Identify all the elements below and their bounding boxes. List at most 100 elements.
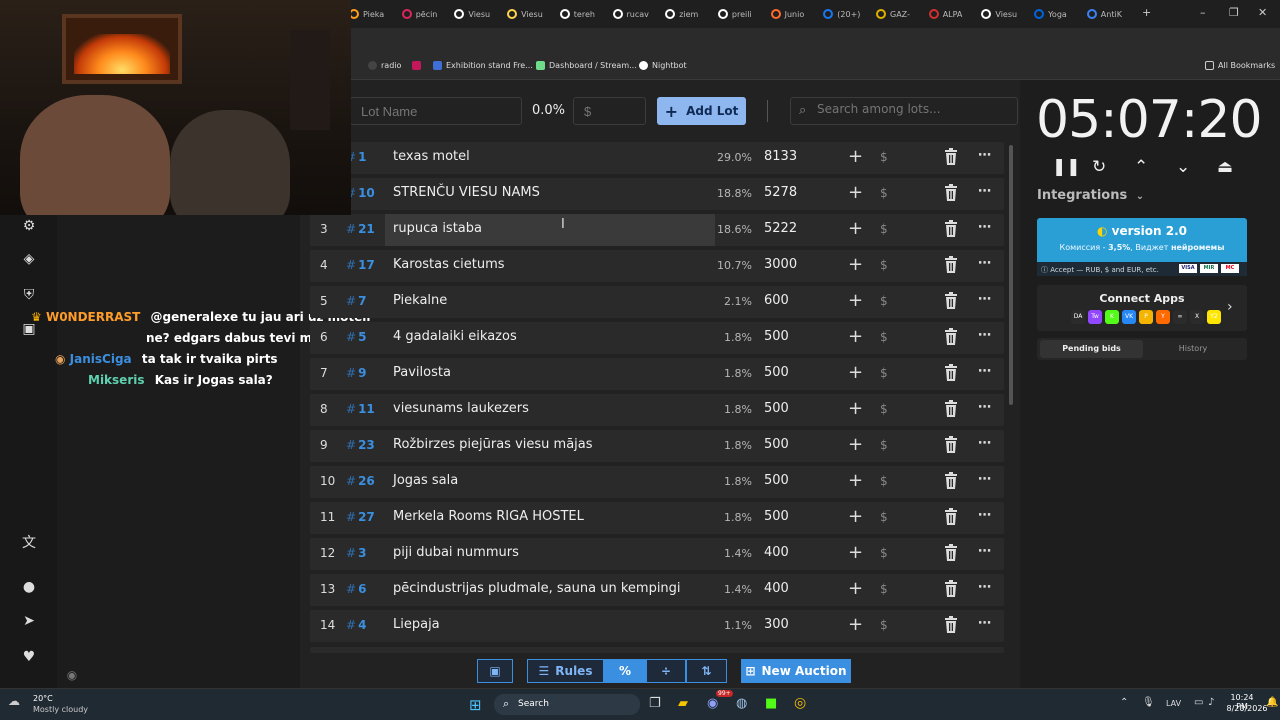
bookmark-dashboard[interactable]: Dashboard / Stream... [536, 61, 637, 70]
windows-start-icon[interactable]: ⊞ [469, 696, 482, 714]
dollar-icon[interactable]: $ [880, 582, 888, 596]
bookmark-folder[interactable] [412, 61, 421, 70]
dollar-icon[interactable]: $ [880, 330, 888, 344]
github-icon[interactable]: ● [19, 577, 39, 597]
network-icon[interactable]: ▭ [1194, 697, 1203, 708]
tab-history[interactable]: History [1143, 340, 1243, 358]
connect-apps-card[interactable]: Connect Apps DA Tw K VK P Y ∞ X Y2 › [1037, 285, 1247, 331]
add-amount-icon[interactable]: + [848, 254, 863, 275]
dollar-icon[interactable]: $ [880, 618, 888, 632]
browser-tab[interactable]: preili [717, 4, 768, 24]
more-options-icon[interactable]: ⋯ [978, 508, 991, 523]
lot-amount[interactable]: 8133 [764, 149, 797, 164]
app-icon[interactable]: Tw [1088, 310, 1102, 324]
browser-tab[interactable]: Yoga [1034, 4, 1084, 24]
lot-amount[interactable]: 5222 [764, 221, 797, 236]
bookmark-exhibition[interactable]: Exhibition stand Fre... [433, 61, 533, 70]
lot-id[interactable]: #4 [346, 618, 366, 632]
list-scrollbar[interactable] [1009, 145, 1013, 405]
discord-icon[interactable]: ◉ [707, 696, 718, 711]
bookmark-radio[interactable]: radio [368, 61, 401, 70]
lot-id[interactable]: #11 [346, 402, 375, 416]
trash-icon[interactable] [944, 544, 958, 562]
add-amount-icon[interactable]: + [848, 434, 863, 455]
dollar-icon[interactable]: $ [880, 186, 888, 200]
eye-icon[interactable]: ◉ [62, 665, 82, 685]
telegram-icon[interactable]: ➤ [19, 611, 39, 631]
trash-icon[interactable] [944, 508, 958, 526]
more-options-icon[interactable]: ⋯ [978, 328, 991, 343]
sort-button[interactable]: ⇅ [686, 659, 727, 683]
eject-icon[interactable]: ⏏ [1217, 157, 1233, 177]
add-amount-icon[interactable]: + [848, 470, 863, 491]
lot-id[interactable]: #9 [346, 366, 366, 380]
lot-id[interactable]: #27 [346, 510, 375, 524]
more-options-icon[interactable]: ⋯ [978, 616, 991, 631]
lot-amount[interactable]: 500 [764, 365, 789, 380]
lot-name[interactable]: texas motel [393, 149, 470, 164]
browser-tab[interactable]: ALPA [928, 4, 979, 24]
more-options-icon[interactable]: ⋯ [978, 256, 991, 271]
lot-name-input[interactable] [350, 97, 522, 125]
trash-icon[interactable] [944, 616, 958, 634]
dollar-icon[interactable]: $ [880, 510, 888, 524]
shield-icon[interactable]: ⛨ [19, 285, 39, 305]
dollar-icon[interactable]: $ [880, 150, 888, 164]
trash-icon[interactable] [944, 184, 958, 202]
new-tab-button[interactable]: + [1142, 6, 1151, 19]
app-icon[interactable]: VK [1122, 310, 1136, 324]
version-banner[interactable]: ◐ version 2.0 Комиссия - 3,5%, Виджет не… [1037, 218, 1247, 276]
more-options-icon[interactable]: ⋯ [978, 580, 991, 595]
lot-amount[interactable]: 600 [764, 293, 789, 308]
browser-tab[interactable]: AntiK [1086, 4, 1137, 24]
app-icon[interactable]: K [1105, 310, 1119, 324]
browser-tab[interactable]: tereh [559, 4, 610, 24]
volume-icon[interactable]: ♪ [1208, 697, 1214, 708]
lot-name[interactable]: piji dubai nummurs [393, 545, 519, 560]
trash-icon[interactable] [944, 472, 958, 490]
more-options-icon[interactable]: ⋯ [978, 544, 991, 559]
taskbar-search[interactable]: ⌕ Search [494, 694, 640, 715]
more-options-icon[interactable]: ⋯ [978, 148, 991, 163]
browser-tab[interactable]: Viesu [454, 4, 504, 24]
add-amount-icon[interactable]: + [848, 614, 863, 635]
more-options-icon[interactable]: ⋯ [978, 472, 991, 487]
add-amount-icon[interactable]: + [848, 326, 863, 347]
add-amount-icon[interactable]: + [848, 182, 863, 203]
lot-amount[interactable]: 500 [764, 401, 789, 416]
settings-icon[interactable]: ⚙ [19, 216, 39, 236]
integrations-toggle[interactable]: Integrations ⌄ [1037, 188, 1144, 203]
lot-name[interactable]: 4 gadalaiki eikazos [393, 329, 517, 344]
dollar-icon[interactable]: $ [880, 294, 888, 308]
browser-tab[interactable]: Junio [770, 4, 821, 24]
add-lot-button[interactable]: + Add Lot [657, 97, 746, 125]
lot-amount[interactable]: 500 [764, 329, 789, 344]
dollar-icon[interactable]: $ [880, 258, 888, 272]
lot-amount[interactable]: 500 [764, 509, 789, 524]
lot-name[interactable]: Karostas cietums [393, 257, 505, 272]
browser-tab[interactable]: pēcin [401, 4, 452, 24]
amount-input[interactable] [573, 97, 646, 125]
translate-icon[interactable]: 文 [19, 533, 39, 553]
lot-name[interactable]: Jogas sala [393, 473, 458, 488]
percent-toggle[interactable]: % [604, 659, 646, 683]
lot-id[interactable]: #6 [346, 582, 366, 596]
lot-name[interactable]: viesunams laukezers [393, 401, 529, 416]
tab-pending-bids[interactable]: Pending bids [1040, 340, 1143, 358]
donate-icon[interactable]: ♥ [19, 647, 39, 667]
steam-icon[interactable]: ◍ [736, 696, 747, 711]
clock-date[interactable]: 8/20/2026 [1226, 704, 1268, 713]
lot-name[interactable]: Merkela Rooms RIGA HOSTEL [393, 509, 584, 524]
lot-id[interactable]: #21 [346, 222, 375, 236]
browser-tab[interactable]: (20+) [823, 4, 873, 24]
all-bookmarks[interactable]: All Bookmarks [1205, 61, 1275, 70]
lot-name[interactable]: pēcindustrijas pludmale, sauna un kempin… [393, 581, 681, 596]
notifications-icon[interactable]: 🔔 [1266, 697, 1278, 708]
restart-icon[interactable]: ↻ [1092, 157, 1106, 177]
more-options-icon[interactable]: ⋯ [978, 184, 991, 199]
new-auction-button[interactable]: ⊞ New Auction [741, 659, 851, 683]
dollar-icon[interactable]: $ [880, 366, 888, 380]
layers-icon[interactable]: ◈ [19, 249, 39, 269]
lot-id[interactable]: #7 [346, 294, 366, 308]
lot-name[interactable]: STRENČU VIESU NAMS [393, 185, 540, 200]
